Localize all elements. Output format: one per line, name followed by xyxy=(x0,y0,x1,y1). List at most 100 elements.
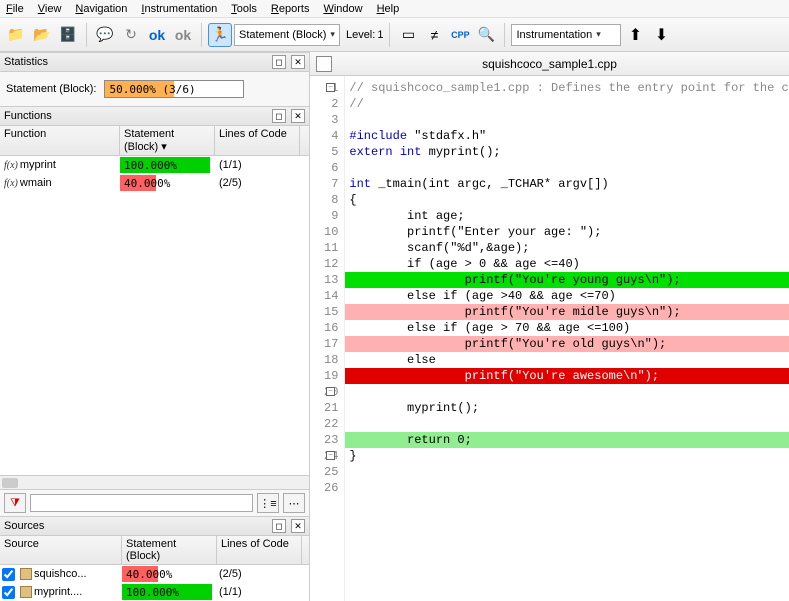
column-header[interactable]: Statement (Block) xyxy=(122,536,217,564)
filter-funnel-icon[interactable]: ⧩ xyxy=(4,493,26,513)
main-split: Statistics ◻ ✕ Statement (Block): 50.000… xyxy=(0,52,789,601)
source-row[interactable]: squishco...40.000%(2/5) xyxy=(0,565,309,583)
menu-help[interactable]: Help xyxy=(377,3,400,15)
source-name: squishco... xyxy=(18,565,122,583)
refresh-icon[interactable]: ↻ xyxy=(119,23,143,47)
line-number: 19 xyxy=(324,368,338,384)
source-checkbox[interactable] xyxy=(2,568,15,581)
code-line: else xyxy=(345,352,789,368)
source-row[interactable]: myprint....100.000%(1/1) xyxy=(0,583,309,601)
scrollbar-horizontal[interactable] xyxy=(0,475,309,489)
code-line: return 0; xyxy=(345,432,789,448)
code-view[interactable]: 1−234567891011121314151617181920−2122232… xyxy=(310,76,789,601)
open-folder2-icon[interactable]: 📂 xyxy=(30,23,54,47)
code-line: } xyxy=(345,448,789,464)
coverage-cell: 40.000% xyxy=(122,565,217,583)
line-number: 17 xyxy=(324,336,338,352)
ok-icon[interactable]: ok xyxy=(145,23,169,47)
arrow-up-icon[interactable]: ⬆ xyxy=(623,23,647,47)
code-line xyxy=(345,480,789,496)
db-icon[interactable]: 🗄️ xyxy=(56,23,80,47)
stat-label: Statement (Block): xyxy=(6,83,96,95)
line-number: 22 xyxy=(324,416,338,432)
code-line xyxy=(345,464,789,480)
menu-tools[interactable]: Tools xyxy=(231,3,257,15)
close-icon[interactable]: ✕ xyxy=(291,519,305,533)
line-number: 25 xyxy=(324,464,338,480)
search-icon[interactable]: 🔍 xyxy=(474,23,498,47)
code-line xyxy=(345,416,789,432)
line-number: 11 xyxy=(324,240,338,256)
functions-panel-header: Functions ◻ ✕ xyxy=(0,106,309,126)
line-number: 5 xyxy=(324,144,338,160)
coverage-cell: 40.000% xyxy=(120,174,215,192)
ok-grey-icon[interactable]: ok xyxy=(171,23,195,47)
folder-blank-icon[interactable]: ▭ xyxy=(396,23,420,47)
separator xyxy=(86,23,87,47)
comment-icon[interactable]: 💬 xyxy=(93,23,117,47)
editor-filename: squishcoco_sample1.cpp xyxy=(482,57,617,71)
close-icon[interactable]: ✕ xyxy=(291,109,305,123)
code-line xyxy=(345,384,789,400)
cpp-icon[interactable]: CPP xyxy=(448,23,472,47)
statistics-panel-header: Statistics ◻ ✕ xyxy=(0,52,309,72)
menu-window[interactable]: Window xyxy=(323,3,362,15)
code-line: myprint(); xyxy=(345,400,789,416)
code-line: // xyxy=(345,96,789,112)
functions-table-body: f(x) myprint100.000%(1/1)f(x) wmain40.00… xyxy=(0,156,309,475)
coverage-cell: 100.000% xyxy=(122,583,217,601)
function-row[interactable]: f(x) wmain40.000%(2/5) xyxy=(0,174,309,192)
more-icon[interactable]: ⋯ xyxy=(283,493,305,513)
source-checkbox[interactable] xyxy=(2,586,15,599)
not-equal-icon[interactable]: ≠ xyxy=(422,23,446,47)
function-name: f(x) wmain xyxy=(0,174,120,192)
code-line: printf("You're young guys\n"); xyxy=(345,272,789,288)
undock-icon[interactable]: ◻ xyxy=(272,519,286,533)
fold-toggle[interactable]: − xyxy=(326,451,335,460)
code-line: printf("You're awesome\n"); xyxy=(345,368,789,384)
column-header[interactable]: Source xyxy=(0,536,122,564)
column-header[interactable]: Lines of Code xyxy=(217,536,302,564)
line-number: 10 xyxy=(324,224,338,240)
menu-view[interactable]: View xyxy=(38,3,62,15)
code-line: else if (age > 70 && age <=100) xyxy=(345,320,789,336)
coverage-type-combo[interactable]: Statement (Block) xyxy=(234,24,340,46)
undock-icon[interactable]: ◻ xyxy=(272,55,286,69)
undock-icon[interactable]: ◻ xyxy=(272,109,286,123)
instrumentation-combo[interactable]: Instrumentation xyxy=(511,24,621,46)
line-number: 2 xyxy=(324,96,338,112)
loc-cell: (1/1) xyxy=(215,156,300,174)
column-header[interactable]: Function xyxy=(0,126,120,155)
menu-file[interactable]: File xyxy=(6,3,24,15)
line-number: 14 xyxy=(324,288,338,304)
line-number: 8 xyxy=(324,192,338,208)
menu-navigation[interactable]: Navigation xyxy=(75,3,127,15)
loc-cell: (2/5) xyxy=(217,565,302,583)
overall-coverage-bar: 50.000% (3/6) xyxy=(104,80,244,98)
fold-toggle[interactable]: − xyxy=(326,387,335,396)
list-view-icon[interactable]: ⋮≡ xyxy=(257,493,279,513)
run-icon[interactable]: 🏃 xyxy=(208,23,232,47)
functions-filter-input[interactable] xyxy=(30,494,253,512)
left-column: Statistics ◻ ✕ Statement (Block): 50.000… xyxy=(0,52,310,601)
menubar: File View Navigation Instrumentation Tools Re… xyxy=(0,0,789,18)
code-line xyxy=(345,160,789,176)
code-line: #include "stdafx.h" xyxy=(345,128,789,144)
menu-reports[interactable]: Reports xyxy=(271,3,310,15)
column-header[interactable]: Statement (Block) ▾ xyxy=(120,126,215,155)
sources-table-header: SourceStatement (Block)Lines of Code xyxy=(0,536,309,565)
panel-title: Functions xyxy=(4,110,52,122)
open-folder-icon[interactable]: 📁 xyxy=(4,23,28,47)
main-toolbar: 📁 📂 🗄️ 💬 ↻ ok ok 🏃 Statement (Block) Lev… xyxy=(0,18,789,52)
line-number: 16 xyxy=(324,320,338,336)
menu-instrumentation[interactable]: Instrumentation xyxy=(141,3,217,15)
editor-header: squishcoco_sample1.cpp xyxy=(310,52,789,76)
arrow-down-icon[interactable]: ⬇ xyxy=(649,23,673,47)
close-icon[interactable]: ✕ xyxy=(291,55,305,69)
code-line: else if (age >40 && age <=70) xyxy=(345,288,789,304)
column-header[interactable]: Lines of Code xyxy=(215,126,300,155)
fold-toggle[interactable]: − xyxy=(326,83,335,92)
code-line: int age; xyxy=(345,208,789,224)
function-row[interactable]: f(x) myprint100.000%(1/1) xyxy=(0,156,309,174)
editor-pane: squishcoco_sample1.cpp 1−234567891011121… xyxy=(310,52,789,601)
